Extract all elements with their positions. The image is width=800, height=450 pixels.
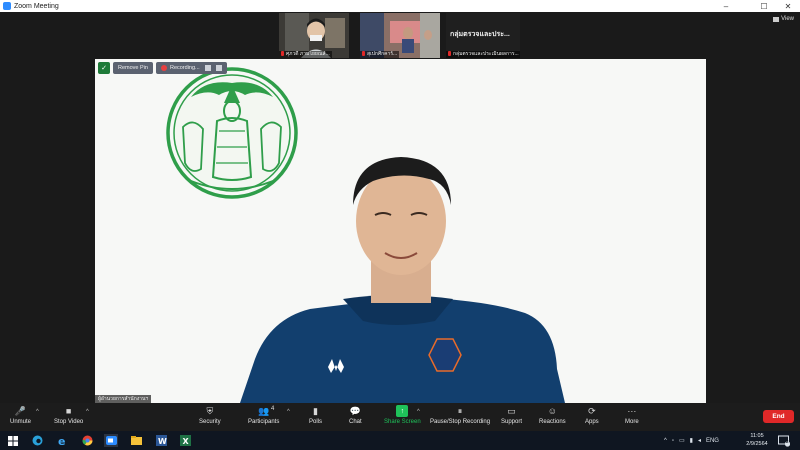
microphone-tray-icon[interactable]: ▮ [690,437,693,444]
volume-icon[interactable]: ◂ [698,437,701,444]
close-icon[interactable]: ✕ [778,0,798,12]
maximize-icon[interactable]: ☐ [754,0,774,12]
chat-bubble-icon: 💬 [349,405,361,416]
support-button[interactable]: ▭ Support [501,405,522,426]
participant-name: กลุ่มตรวจและประเมินผลการ... [446,51,520,58]
apps-icon: ⟳ [588,405,596,416]
apps-button[interactable]: ⟳ Apps [585,405,599,426]
remove-pin-button[interactable]: Remove Pin [113,62,153,74]
muted-mic-icon [281,51,284,57]
polls-icon: ▮ [313,405,318,416]
title-bar: Zoom Meeting – ☐ ✕ [0,0,800,12]
stop-video-button[interactable]: ■ Stop Video [54,405,83,425]
grid-view-icon [773,16,780,22]
clock[interactable]: 11:05 2/9/2564 [742,432,772,448]
zoom-taskbar-icon[interactable] [104,434,118,447]
audio-options-caret[interactable]: ^ [36,409,39,415]
more-button[interactable]: ··· More [625,405,639,425]
recording-indicator: Recording... [155,62,227,74]
participant-title: กลุ่มตรวจและประ... [450,31,510,38]
participants-count: 4 [271,406,275,412]
support-icon: ▭ [507,405,516,416]
security-button[interactable]: ⛨ Security [199,405,221,426]
active-speaker-video: ✓ Remove Pin Recording... ผู้อำนวยการสำน… [95,59,706,403]
participant-name: สุเปกศีกคาร์... [360,51,400,58]
share-options-caret[interactable]: ^ [417,409,420,415]
windows-start-icon[interactable] [6,434,20,447]
participant-thumbnail[interactable]: สุเปกศีกคาร์... [360,13,440,58]
end-meeting-button[interactable]: End [763,410,794,423]
edge-browser-icon[interactable] [30,434,44,447]
participant-thumbnail[interactable]: กลุ่มตรวจและประ... กลุ่มตรวจและประเมินผล… [446,13,520,58]
pause-stop-icon: ⏸ [457,405,463,416]
zoom-logo-icon [3,2,11,10]
chrome-icon[interactable] [80,434,94,447]
video-camera-icon: ■ [65,406,72,416]
participants-options-caret[interactable]: ^ [287,409,290,415]
share-screen-icon: ↑ [396,405,409,417]
meeting-status-strip: ✓ Remove Pin Recording... [95,62,227,74]
svg-text:e: e [58,435,65,446]
view-label: View [781,16,794,22]
system-tray: ^ ▫ ▭ ▮ ◂ ENG [664,431,719,450]
tray-expand-icon[interactable]: ^ [664,438,667,444]
pause-recording-icon[interactable] [204,65,211,71]
input-language[interactable]: ENG [706,438,719,444]
battery-icon[interactable]: ▭ [679,437,685,444]
clock-date: 2/9/2564 [746,441,768,447]
muted-microphone-icon: 🎤 [14,405,27,416]
participants-button[interactable]: 👥 Participants [248,405,279,426]
chat-button[interactable]: 💬 Chat [349,405,362,426]
participants-icon: 👥 [258,405,270,416]
participant-thumbnail[interactable]: ศุภวดี ภามโยยณส์... [279,13,349,58]
participant-name: ศุภวดี ภามโยยณส์... [279,51,332,58]
security-shield-icon[interactable]: ✓ [98,62,110,74]
word-icon[interactable]: W [154,434,168,447]
pause-stop-recording-button[interactable]: ⏸ Pause/Stop Recording [430,405,490,426]
emblem-seal-icon [166,67,298,199]
windows-taskbar: e W X ^ ▫ ▭ ▮ ◂ ENG 11:05 2/9/2564 2 [0,431,800,450]
polls-button[interactable]: ▮ Polls [309,405,322,426]
view-button[interactable]: View [773,16,794,22]
reactions-button[interactable]: ☺ Reactions [539,405,566,425]
unmute-button[interactable]: 🎤 Unmute [10,405,31,426]
network-icon[interactable]: ▫ [672,438,674,444]
shield-icon: ⛨ [206,405,214,416]
internet-explorer-icon[interactable]: e [55,434,69,447]
video-options-caret[interactable]: ^ [86,409,89,415]
meeting-toolbar: 🎤 Unmute ^ ■ Stop Video ^ ⛨ Security 👥 P… [0,403,800,431]
excel-icon[interactable]: X [178,434,192,447]
share-screen-button[interactable]: ↑ Share Screen [384,405,421,425]
stop-recording-icon[interactable] [215,65,222,71]
muted-mic-icon [362,51,365,57]
clock-time: 11:05 [750,433,764,439]
svg-text:W: W [158,437,167,446]
window-title: Zoom Meeting [14,2,59,10]
video-stage: View ศุภวดี ภามโยยณส์... สุเปกศีกคาร์... [0,12,800,403]
reactions-smiley-icon: ☺ [547,406,557,416]
file-explorer-icon[interactable] [129,434,143,447]
notification-count: 2 [786,439,789,444]
minimize-icon[interactable]: – [716,0,736,12]
recording-dot-icon [160,65,167,71]
muted-mic-icon [448,51,451,57]
svg-text:X: X [182,437,189,446]
speaker-name-label: ผู้อำนวยการสำนักงานฯ [95,395,152,403]
speaker-video-frame [95,59,706,403]
more-dots-icon: ··· [627,406,637,416]
